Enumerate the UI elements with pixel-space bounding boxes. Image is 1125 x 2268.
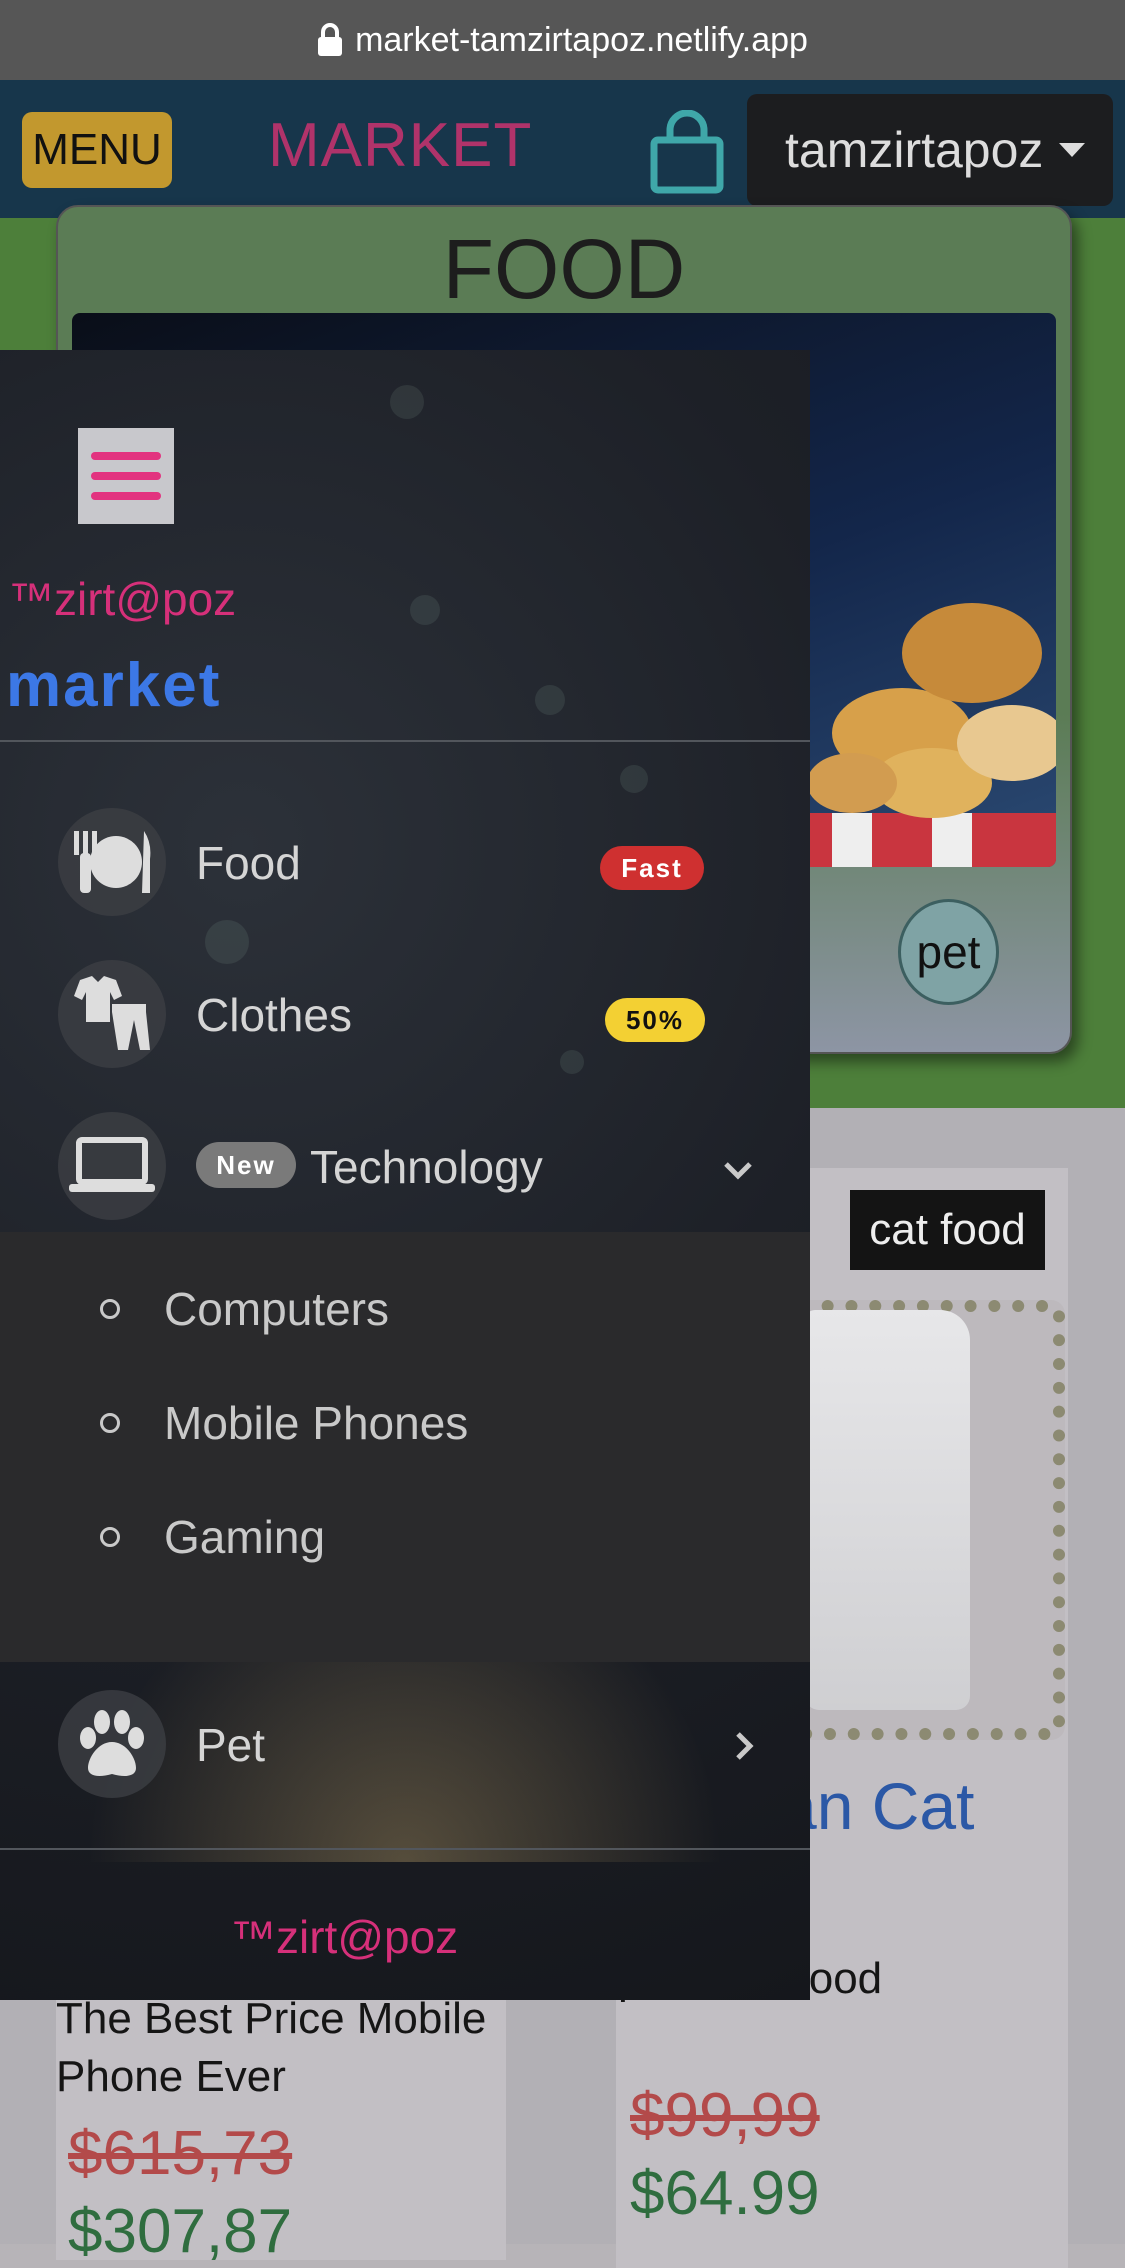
divider <box>0 1848 810 1850</box>
submenu-item-gaming[interactable]: Gaming <box>100 1510 325 1564</box>
lock-icon <box>318 23 343 56</box>
url-text: market-tamzirtapoz.netlify.app <box>355 20 808 59</box>
sidebar-item-label: Technology <box>310 1141 543 1193</box>
discount-badge: 50% <box>605 998 705 1042</box>
sidebar-item-label: Clothes <box>196 989 352 1041</box>
fast-badge: Fast <box>600 846 704 890</box>
product-description: The Best Price Mobile Phone Ever <box>56 1994 487 2101</box>
hamburger-line <box>91 452 161 460</box>
sidebar-trademark: ™zirt@poz <box>8 573 237 625</box>
brand-title[interactable]: MARKET <box>268 110 532 181</box>
hamburger-line <box>91 472 161 480</box>
laptop-icon <box>58 1112 166 1220</box>
sidebar-item-label: Food <box>196 837 301 889</box>
utensils-icon <box>58 808 166 916</box>
menu-button[interactable]: MENU <box>22 112 172 188</box>
submenu-label: Mobile Phones <box>164 1397 469 1449</box>
circle-bullet-icon <box>100 1413 120 1433</box>
food-card-title: FOOD <box>442 222 686 316</box>
old-price: $615,73 <box>68 2119 293 2188</box>
sidebar-brand: market <box>6 651 222 720</box>
sidebar: ™zirt@poz market Food Fast Clothes 50% N… <box>0 350 810 2000</box>
user-dropdown[interactable]: tamzirtapoz <box>747 94 1113 206</box>
new-badge: New <box>196 1142 296 1188</box>
category-tag: cat food <box>850 1190 1045 1270</box>
circle-bullet-icon <box>100 1527 120 1547</box>
submenu-label: Computers <box>164 1283 389 1335</box>
new-price: $64.99 <box>630 2159 820 2228</box>
hamburger-line <box>91 492 161 500</box>
shopping-bag-icon[interactable] <box>648 110 726 194</box>
sidebar-item-clothes[interactable]: Clothes 50% <box>0 950 810 1080</box>
sidebar-item-food[interactable]: Food Fast <box>0 798 810 928</box>
chevron-down-icon <box>724 1162 752 1180</box>
sidebar-item-technology[interactable]: New Technology <box>0 1102 810 1232</box>
chevron-right-icon <box>736 1732 754 1760</box>
divider <box>0 740 810 742</box>
pet-category-pill[interactable]: pet <box>898 899 999 1005</box>
username: tamzirtapoz <box>785 122 1044 178</box>
navbar: MENU MARKET tamzirtapoz <box>0 80 1125 218</box>
sidebar-item-pet[interactable]: Pet <box>0 1680 810 1810</box>
caret-down-icon <box>1059 143 1086 157</box>
technology-submenu: Computers Mobile Phones Gaming <box>0 1232 810 1662</box>
circle-bullet-icon <box>100 1299 120 1319</box>
sidebar-footer: ™zirt@poz <box>230 1911 459 1963</box>
new-price: $307,87 <box>68 2197 293 2266</box>
address-bar[interactable]: market-tamzirtapoz.netlify.app <box>0 0 1125 80</box>
submenu-item-computers[interactable]: Computers <box>100 1282 389 1336</box>
hamburger-button[interactable] <box>78 428 174 524</box>
shirt-icon <box>58 960 166 1068</box>
submenu-label: Gaming <box>164 1511 326 1563</box>
submenu-item-mobile-phones[interactable]: Mobile Phones <box>100 1396 468 1450</box>
bokeh-decoration <box>620 765 648 793</box>
old-price: $99,99 <box>630 2081 820 2150</box>
cat-food-image <box>805 1310 970 1710</box>
bokeh-decoration <box>410 595 440 625</box>
bokeh-decoration <box>535 685 565 715</box>
paw-icon <box>58 1690 166 1798</box>
bokeh-decoration <box>390 385 424 419</box>
sidebar-item-label: Pet <box>196 1719 266 1771</box>
